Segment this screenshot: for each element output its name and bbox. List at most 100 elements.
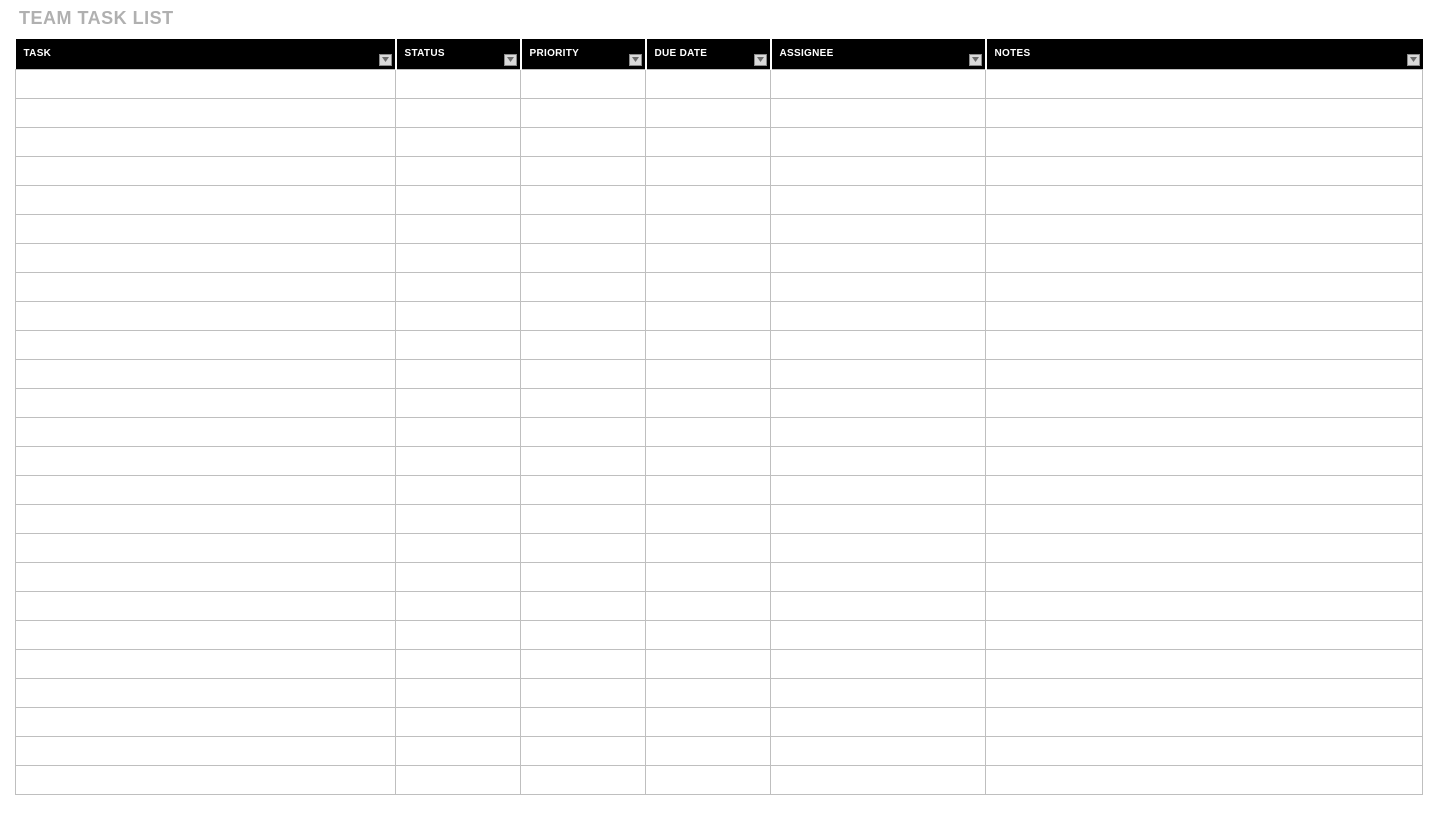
cell-assignee[interactable]: [771, 562, 986, 591]
cell-due_date[interactable]: [646, 591, 771, 620]
cell-due_date[interactable]: [646, 707, 771, 736]
cell-status[interactable]: [396, 504, 521, 533]
cell-status[interactable]: [396, 649, 521, 678]
cell-task[interactable]: [16, 330, 396, 359]
cell-priority[interactable]: [521, 533, 646, 562]
cell-notes[interactable]: [986, 475, 1423, 504]
cell-notes[interactable]: [986, 649, 1423, 678]
cell-assignee[interactable]: [771, 243, 986, 272]
cell-priority[interactable]: [521, 127, 646, 156]
cell-assignee[interactable]: [771, 591, 986, 620]
cell-status[interactable]: [396, 562, 521, 591]
cell-status[interactable]: [396, 388, 521, 417]
cell-notes[interactable]: [986, 736, 1423, 765]
cell-priority[interactable]: [521, 591, 646, 620]
cell-priority[interactable]: [521, 765, 646, 794]
cell-task[interactable]: [16, 417, 396, 446]
cell-notes[interactable]: [986, 272, 1423, 301]
cell-due_date[interactable]: [646, 620, 771, 649]
cell-assignee[interactable]: [771, 649, 986, 678]
cell-assignee[interactable]: [771, 214, 986, 243]
cell-task[interactable]: [16, 620, 396, 649]
cell-assignee[interactable]: [771, 69, 986, 98]
cell-task[interactable]: [16, 678, 396, 707]
filter-button-task[interactable]: [379, 54, 392, 66]
cell-task[interactable]: [16, 475, 396, 504]
cell-notes[interactable]: [986, 185, 1423, 214]
cell-notes[interactable]: [986, 156, 1423, 185]
cell-priority[interactable]: [521, 301, 646, 330]
cell-status[interactable]: [396, 417, 521, 446]
cell-notes[interactable]: [986, 301, 1423, 330]
cell-task[interactable]: [16, 98, 396, 127]
cell-task[interactable]: [16, 707, 396, 736]
cell-task[interactable]: [16, 591, 396, 620]
cell-assignee[interactable]: [771, 707, 986, 736]
cell-due_date[interactable]: [646, 214, 771, 243]
filter-button-due-date[interactable]: [754, 54, 767, 66]
cell-notes[interactable]: [986, 417, 1423, 446]
cell-task[interactable]: [16, 765, 396, 794]
cell-due_date[interactable]: [646, 736, 771, 765]
cell-assignee[interactable]: [771, 678, 986, 707]
cell-notes[interactable]: [986, 678, 1423, 707]
cell-assignee[interactable]: [771, 504, 986, 533]
cell-assignee[interactable]: [771, 272, 986, 301]
cell-assignee[interactable]: [771, 475, 986, 504]
cell-priority[interactable]: [521, 243, 646, 272]
cell-assignee[interactable]: [771, 156, 986, 185]
cell-due_date[interactable]: [646, 504, 771, 533]
cell-priority[interactable]: [521, 417, 646, 446]
cell-due_date[interactable]: [646, 272, 771, 301]
cell-priority[interactable]: [521, 214, 646, 243]
cell-status[interactable]: [396, 330, 521, 359]
cell-priority[interactable]: [521, 736, 646, 765]
cell-due_date[interactable]: [646, 69, 771, 98]
cell-priority[interactable]: [521, 69, 646, 98]
cell-task[interactable]: [16, 272, 396, 301]
cell-notes[interactable]: [986, 562, 1423, 591]
cell-due_date[interactable]: [646, 301, 771, 330]
cell-due_date[interactable]: [646, 417, 771, 446]
cell-due_date[interactable]: [646, 446, 771, 475]
cell-due_date[interactable]: [646, 388, 771, 417]
cell-notes[interactable]: [986, 127, 1423, 156]
cell-due_date[interactable]: [646, 156, 771, 185]
cell-assignee[interactable]: [771, 301, 986, 330]
cell-notes[interactable]: [986, 330, 1423, 359]
cell-status[interactable]: [396, 98, 521, 127]
cell-status[interactable]: [396, 156, 521, 185]
cell-status[interactable]: [396, 475, 521, 504]
cell-priority[interactable]: [521, 562, 646, 591]
cell-notes[interactable]: [986, 446, 1423, 475]
cell-assignee[interactable]: [771, 446, 986, 475]
cell-priority[interactable]: [521, 678, 646, 707]
filter-button-status[interactable]: [504, 54, 517, 66]
cell-notes[interactable]: [986, 533, 1423, 562]
cell-priority[interactable]: [521, 620, 646, 649]
cell-notes[interactable]: [986, 69, 1423, 98]
cell-task[interactable]: [16, 214, 396, 243]
cell-task[interactable]: [16, 359, 396, 388]
cell-due_date[interactable]: [646, 127, 771, 156]
cell-notes[interactable]: [986, 98, 1423, 127]
filter-button-assignee[interactable]: [969, 54, 982, 66]
cell-due_date[interactable]: [646, 98, 771, 127]
filter-button-notes[interactable]: [1407, 54, 1420, 66]
cell-due_date[interactable]: [646, 243, 771, 272]
cell-status[interactable]: [396, 533, 521, 562]
cell-status[interactable]: [396, 591, 521, 620]
cell-priority[interactable]: [521, 388, 646, 417]
cell-status[interactable]: [396, 127, 521, 156]
cell-notes[interactable]: [986, 214, 1423, 243]
cell-task[interactable]: [16, 562, 396, 591]
cell-notes[interactable]: [986, 388, 1423, 417]
cell-assignee[interactable]: [771, 127, 986, 156]
cell-status[interactable]: [396, 678, 521, 707]
cell-status[interactable]: [396, 736, 521, 765]
cell-task[interactable]: [16, 156, 396, 185]
cell-task[interactable]: [16, 127, 396, 156]
cell-task[interactable]: [16, 504, 396, 533]
cell-task[interactable]: [16, 649, 396, 678]
cell-due_date[interactable]: [646, 649, 771, 678]
